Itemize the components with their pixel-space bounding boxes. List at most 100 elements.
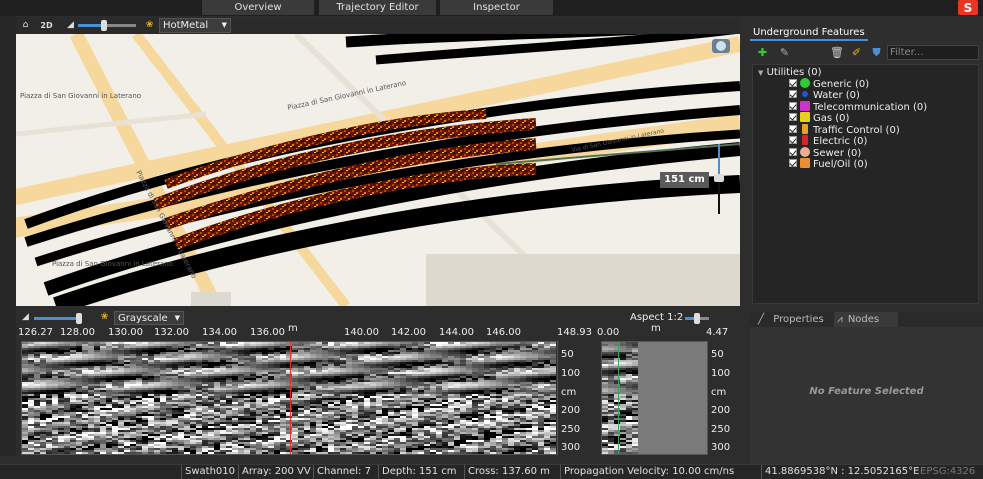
properties-tab-bar: ╱ Properties ⩘ Nodes: [750, 312, 983, 327]
cross-ruler: 0.00 m 4.47: [596, 323, 736, 340]
checkbox[interactable]: [789, 90, 797, 98]
depth-label: 100: [711, 368, 731, 379]
palette-icon: ❀: [145, 20, 154, 30]
tree-item-fuel-oil[interactable]: Fuel/Oil (0): [789, 158, 868, 170]
ruler-label: 128.00: [60, 327, 95, 338]
radargram-toolbar: ◢ ❀ Grayscale ▼ Aspect 1:2: [16, 311, 740, 325]
checkbox[interactable]: [789, 79, 797, 87]
grayscale-value: Grayscale: [118, 313, 168, 324]
tab-trajectory-editor[interactable]: Trajectory Editor: [319, 0, 436, 15]
ruler-label: 144.00: [439, 327, 474, 338]
app-window: Overview Trajectory Editor Inspector S ⌂…: [0, 0, 983, 479]
checkbox[interactable]: [789, 136, 797, 144]
fuel-icon: [800, 158, 810, 168]
depth-slider[interactable]: [718, 179, 720, 214]
depth-scale-cross: 50 100 cm 200 250 300: [708, 341, 743, 455]
edit-icon[interactable]: ✎: [778, 46, 791, 59]
underground-features-panel: Underground Features ✚ ✎ 🗑 ✐ ⛊ Filter...…: [750, 24, 983, 306]
status-array: Array: 200 VV: [238, 465, 311, 479]
tree-item-water[interactable]: Water (0): [789, 90, 860, 101]
generic-icon: [800, 78, 810, 88]
tab-properties[interactable]: ╱ Properties: [755, 312, 831, 327]
checkbox[interactable]: [789, 102, 797, 110]
tree-item-label: Gas (0): [813, 113, 850, 124]
ruler-label: 146.00: [486, 327, 521, 338]
depth-label: 300: [561, 442, 581, 453]
checkbox[interactable]: [789, 159, 797, 167]
features-tree: ▼ Utilities (0) Generic (0) Water (0) Te…: [752, 64, 979, 304]
radargram-longitudinal[interactable]: [21, 341, 558, 455]
checkbox[interactable]: [789, 125, 797, 133]
expand-icon: ▼: [758, 69, 764, 77]
tree-item-label: Electric (0): [813, 136, 868, 147]
nodes-icon: ⩘: [837, 314, 843, 325]
aspect-label: Aspect 1:2: [630, 312, 684, 323]
colormap-value: HotMetal: [163, 20, 209, 31]
aspect-slider-thumb[interactable]: [694, 313, 700, 324]
cross-canvas: [602, 342, 638, 454]
tree-item-label: Sewer (0): [813, 148, 862, 159]
grayscale-select[interactable]: Grayscale ▼: [114, 311, 184, 325]
contrast-slider-thumb[interactable]: [76, 313, 82, 324]
tag-icon[interactable]: ⛊: [870, 46, 883, 59]
depth-slider-label: 151 cm: [660, 172, 709, 188]
opacity-slider-thumb[interactable]: [101, 20, 107, 31]
cross-cursor-line[interactable]: [618, 342, 619, 454]
tree-item-label: Traffic Control (0): [813, 125, 900, 136]
depth-label: 50: [711, 349, 724, 360]
app-logo-icon: S: [958, 0, 978, 15]
status-bar: Swath010 Array: 200 VV Channel: 7 Depth:…: [0, 464, 983, 479]
properties-panel: ╱ Properties ⩘ Nodes No Feature Selected: [750, 312, 983, 464]
status-depth: Depth: 151 cm: [378, 465, 457, 479]
colormap-select[interactable]: HotMetal ▼: [159, 18, 231, 33]
tree-item-label: Fuel/Oil (0): [813, 159, 868, 170]
no-feature-message: No Feature Selected: [809, 386, 924, 397]
tree-root-label: Utilities (0): [766, 67, 822, 78]
depth-label: cm: [711, 387, 727, 398]
ruler-label: 148.93: [557, 327, 592, 338]
tree-item-electric[interactable]: Electric (0): [789, 135, 868, 147]
depth-label: 200: [711, 405, 731, 416]
ruler-label: 140.00: [344, 327, 379, 338]
tab-nodes[interactable]: ⩘ Nodes: [834, 312, 898, 327]
cursor-line[interactable]: [290, 342, 291, 454]
ruler-unit: m: [288, 323, 298, 334]
paint-icon[interactable]: ✐: [850, 46, 863, 59]
opacity-slider[interactable]: [104, 24, 136, 27]
status-cross: Cross: 137.60 m: [464, 465, 550, 479]
ruler-label: 126.27: [18, 327, 53, 338]
radargram-cross[interactable]: [601, 341, 708, 455]
tab-overview[interactable]: Overview: [202, 0, 314, 15]
depth-label: 250: [711, 424, 731, 435]
distance-ruler: 126.27 128.00 130.00 132.00 134.00 136.0…: [16, 323, 596, 340]
ruler-label: 136.00: [250, 327, 285, 338]
globe-icon[interactable]: [712, 39, 730, 53]
checkbox[interactable]: [789, 148, 797, 156]
status-channel: Channel: 7: [313, 465, 371, 479]
chevron-down-icon: ▼: [221, 21, 227, 29]
tab-underground-features[interactable]: Underground Features: [750, 24, 868, 41]
chevron-down-icon: ▼: [174, 314, 180, 322]
ruler-label: 134.00: [202, 327, 237, 338]
contrast-slider-fill: [34, 317, 78, 320]
tree-item-gas[interactable]: Gas (0): [789, 112, 850, 124]
ruler-unit: m: [651, 323, 661, 334]
tree-root-utilities[interactable]: ▼ Utilities (0): [758, 67, 822, 78]
home-icon[interactable]: ⌂: [19, 19, 32, 32]
depth-slider-thumb[interactable]: [714, 174, 724, 182]
view-mode-2d-button[interactable]: 2D: [40, 19, 53, 32]
tab-inspector[interactable]: Inspector: [440, 0, 553, 15]
filter-input[interactable]: Filter...: [887, 45, 979, 60]
water-icon: [802, 91, 808, 97]
status-velocity: Propagation Velocity: 10.00 cm/ns: [560, 465, 734, 479]
depth-label: 250: [561, 424, 581, 435]
features-toolbar: ✚ ✎ 🗑 ✐ ⛊ Filter...: [750, 43, 983, 63]
palette-icon: ❀: [100, 312, 109, 322]
checkbox[interactable]: [789, 113, 797, 121]
pencil-icon: ╱: [758, 314, 765, 325]
tree-item-generic[interactable]: Generic (0): [789, 78, 869, 90]
ruler-label: 132.00: [154, 327, 189, 338]
map-view[interactable]: Piazza di San Giovanni in Laterano Piazz…: [16, 34, 740, 306]
add-icon[interactable]: ✚: [756, 46, 769, 59]
trash-icon[interactable]: 🗑: [830, 46, 844, 59]
